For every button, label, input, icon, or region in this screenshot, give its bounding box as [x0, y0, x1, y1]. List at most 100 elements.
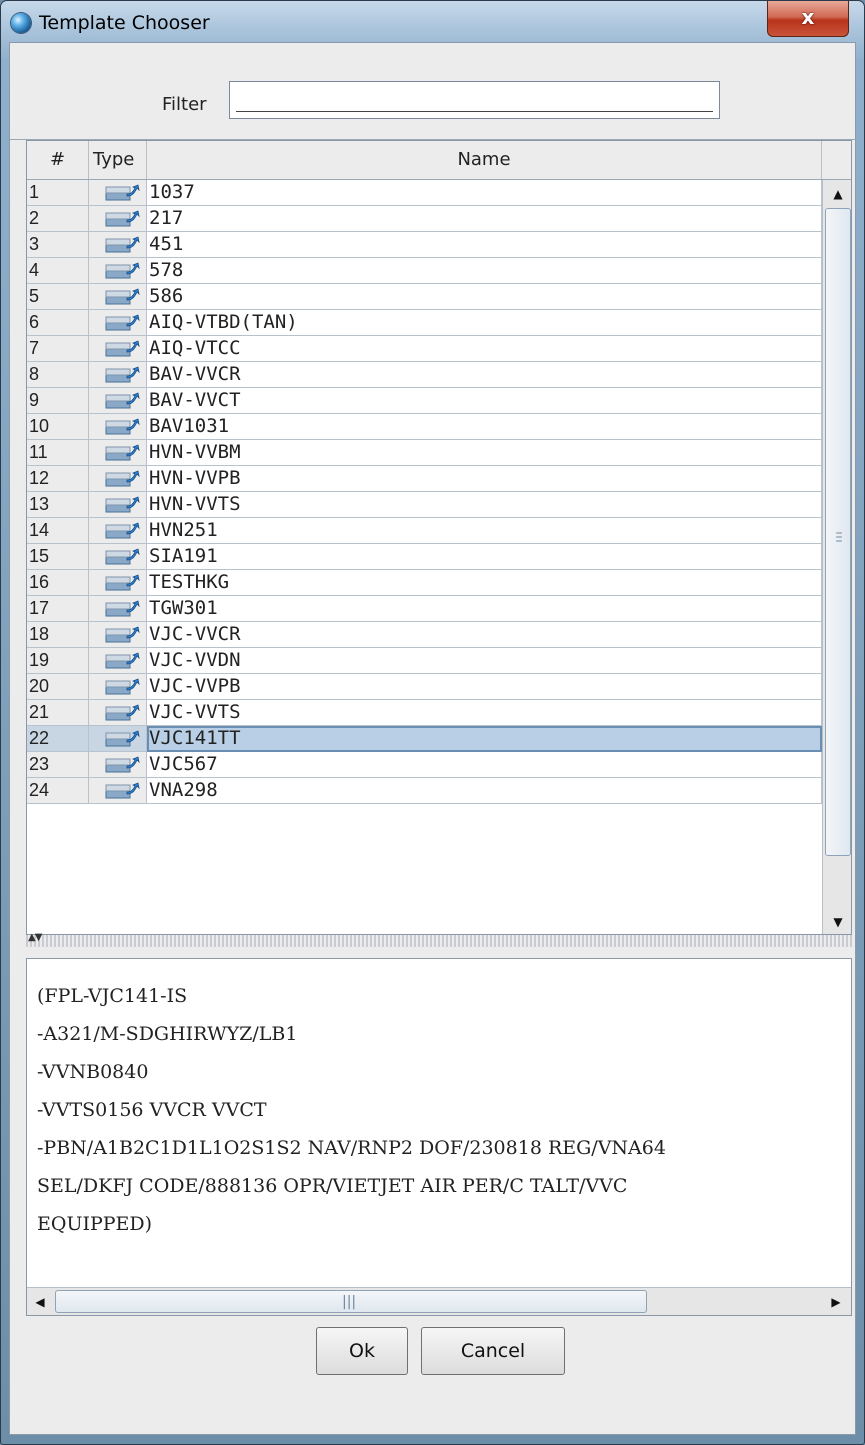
table-row[interactable]: 12 HVN-VVPB: [27, 466, 822, 492]
dialog-body: Filter # Type Name 1 1037 2 217 3 451 4 578 5 586…: [9, 42, 856, 1435]
row-number: 15: [27, 544, 89, 570]
template-arrow-icon: [105, 574, 140, 591]
row-number: 8: [27, 362, 89, 388]
row-name: VNA298: [147, 778, 822, 804]
grip-icon: |||: [342, 1294, 357, 1310]
template-arrow-icon: [105, 782, 140, 799]
table-row[interactable]: 11 HVN-VVBM: [27, 440, 822, 466]
vertical-scrollbar[interactable]: ▲ – – – ▼: [822, 180, 851, 934]
template-arrow-icon: [105, 314, 140, 331]
template-arrow-icon: [105, 548, 140, 565]
row-type: [89, 700, 147, 726]
row-name: HVN-VVTS: [147, 492, 822, 518]
table-row[interactable]: 5 586: [27, 284, 822, 310]
horizontal-scroll-thumb[interactable]: |||: [55, 1290, 647, 1313]
filter-input[interactable]: [229, 81, 720, 119]
preview-line: -PBN/A1B2C1D1L1O2S1S2 NAV/RNP2 DOF/23081…: [37, 1137, 666, 1159]
table-row[interactable]: 13 HVN-VVTS: [27, 492, 822, 518]
table-row[interactable]: 3 451: [27, 232, 822, 258]
scroll-down-icon[interactable]: ▼: [823, 910, 851, 934]
row-name: HVN251: [147, 518, 822, 544]
table-row[interactable]: 6 AIQ-VTBD(TAN): [27, 310, 822, 336]
template-arrow-icon: [105, 470, 140, 487]
row-number: 6: [27, 310, 89, 336]
row-number: 10: [27, 414, 89, 440]
table-row[interactable]: 4 578: [27, 258, 822, 284]
table-row[interactable]: 24 VNA298: [27, 778, 822, 804]
table-row[interactable]: 2 217: [27, 206, 822, 232]
row-type: [89, 466, 147, 492]
row-type: [89, 596, 147, 622]
row-type: [89, 362, 147, 388]
row-name: 586: [147, 284, 822, 310]
row-number: 7: [27, 336, 89, 362]
row-name: AIQ-VTBD(TAN): [147, 310, 822, 336]
table-row[interactable]: 21 VJC-VVTS: [27, 700, 822, 726]
row-type: [89, 232, 147, 258]
column-header-number[interactable]: #: [27, 141, 89, 179]
table-row[interactable]: 15 SIA191: [27, 544, 822, 570]
table-row[interactable]: 16 TESTHKG: [27, 570, 822, 596]
row-type: [89, 648, 147, 674]
column-header-type[interactable]: Type: [89, 141, 147, 179]
filter-label: Filter: [162, 94, 207, 115]
table-row[interactable]: 10 BAV1031: [27, 414, 822, 440]
row-number: 5: [27, 284, 89, 310]
row-name: VJC-VVTS: [147, 700, 822, 726]
template-arrow-icon: [105, 678, 140, 695]
row-name: BAV1031: [147, 414, 822, 440]
preview-line: -VVTS0156 VVCR VVCT: [37, 1099, 267, 1121]
row-type: [89, 518, 147, 544]
table-row[interactable]: 9 BAV-VVCT: [27, 388, 822, 414]
template-arrow-icon: [105, 652, 140, 669]
preview-text[interactable]: (FPL-VJC141-IS -A321/M-SDGHIRWYZ/LB1 -VVNB…: [27, 959, 851, 1287]
cancel-button[interactable]: Cancel: [421, 1327, 565, 1375]
row-name: SIA191: [147, 544, 822, 570]
template-arrow-icon: [105, 184, 140, 201]
table-row[interactable]: 7 AIQ-VTCC: [27, 336, 822, 362]
preview-panel: (FPL-VJC141-IS -A321/M-SDGHIRWYZ/LB1 -VVNB…: [26, 958, 852, 1316]
template-arrow-icon: [105, 392, 140, 409]
table-row[interactable]: 17 TGW301: [27, 596, 822, 622]
row-type: [89, 544, 147, 570]
template-arrow-icon: [105, 626, 140, 643]
row-name: VJC-VVDN: [147, 648, 822, 674]
horizontal-scrollbar[interactable]: ◀ ||| ▶: [27, 1287, 851, 1315]
template-table: # Type Name 1 1037 2 217 3 451 4 578 5 586 6 AIQ-VT…: [26, 140, 852, 935]
table-row[interactable]: 22 VJC141TT: [27, 726, 822, 752]
row-type: [89, 414, 147, 440]
template-arrow-icon: [105, 418, 140, 435]
row-name: VJC141TT: [147, 726, 822, 752]
template-arrow-icon: [105, 288, 140, 305]
split-arrows-icon[interactable]: ▲▼: [28, 932, 42, 943]
row-number: 21: [27, 700, 89, 726]
title-bar[interactable]: Template Chooser x: [1, 1, 864, 41]
row-number: 24: [27, 778, 89, 804]
row-type: [89, 726, 147, 752]
table-row[interactable]: 18 VJC-VVCR: [27, 622, 822, 648]
split-pane-divider[interactable]: ▲▼: [26, 932, 852, 947]
scroll-up-icon[interactable]: ▲: [823, 182, 851, 206]
table-row[interactable]: 23 VJC567: [27, 752, 822, 778]
table-row[interactable]: 20 VJC-VVPB: [27, 674, 822, 700]
row-name: BAV-VVCT: [147, 388, 822, 414]
row-name: 578: [147, 258, 822, 284]
template-arrow-icon: [105, 210, 140, 227]
row-type: [89, 570, 147, 596]
scroll-left-icon[interactable]: ◀: [27, 1288, 53, 1315]
vertical-scroll-thumb[interactable]: – – –: [825, 208, 851, 856]
table-row[interactable]: 8 BAV-VVCR: [27, 362, 822, 388]
table-row[interactable]: 14 HVN251: [27, 518, 822, 544]
row-name: BAV-VVCR: [147, 362, 822, 388]
preview-line: -A321/M-SDGHIRWYZ/LB1: [37, 1023, 298, 1045]
row-number: 13: [27, 492, 89, 518]
table-row[interactable]: 19 VJC-VVDN: [27, 648, 822, 674]
close-button[interactable]: x: [767, 1, 849, 37]
scroll-right-icon[interactable]: ▶: [823, 1288, 849, 1315]
column-header-name[interactable]: Name: [147, 141, 822, 179]
row-number: 20: [27, 674, 89, 700]
row-number: 19: [27, 648, 89, 674]
table-row[interactable]: 1 1037: [27, 180, 822, 206]
preview-line: (FPL-VJC141-IS: [37, 985, 188, 1007]
ok-button[interactable]: Ok: [316, 1327, 408, 1375]
